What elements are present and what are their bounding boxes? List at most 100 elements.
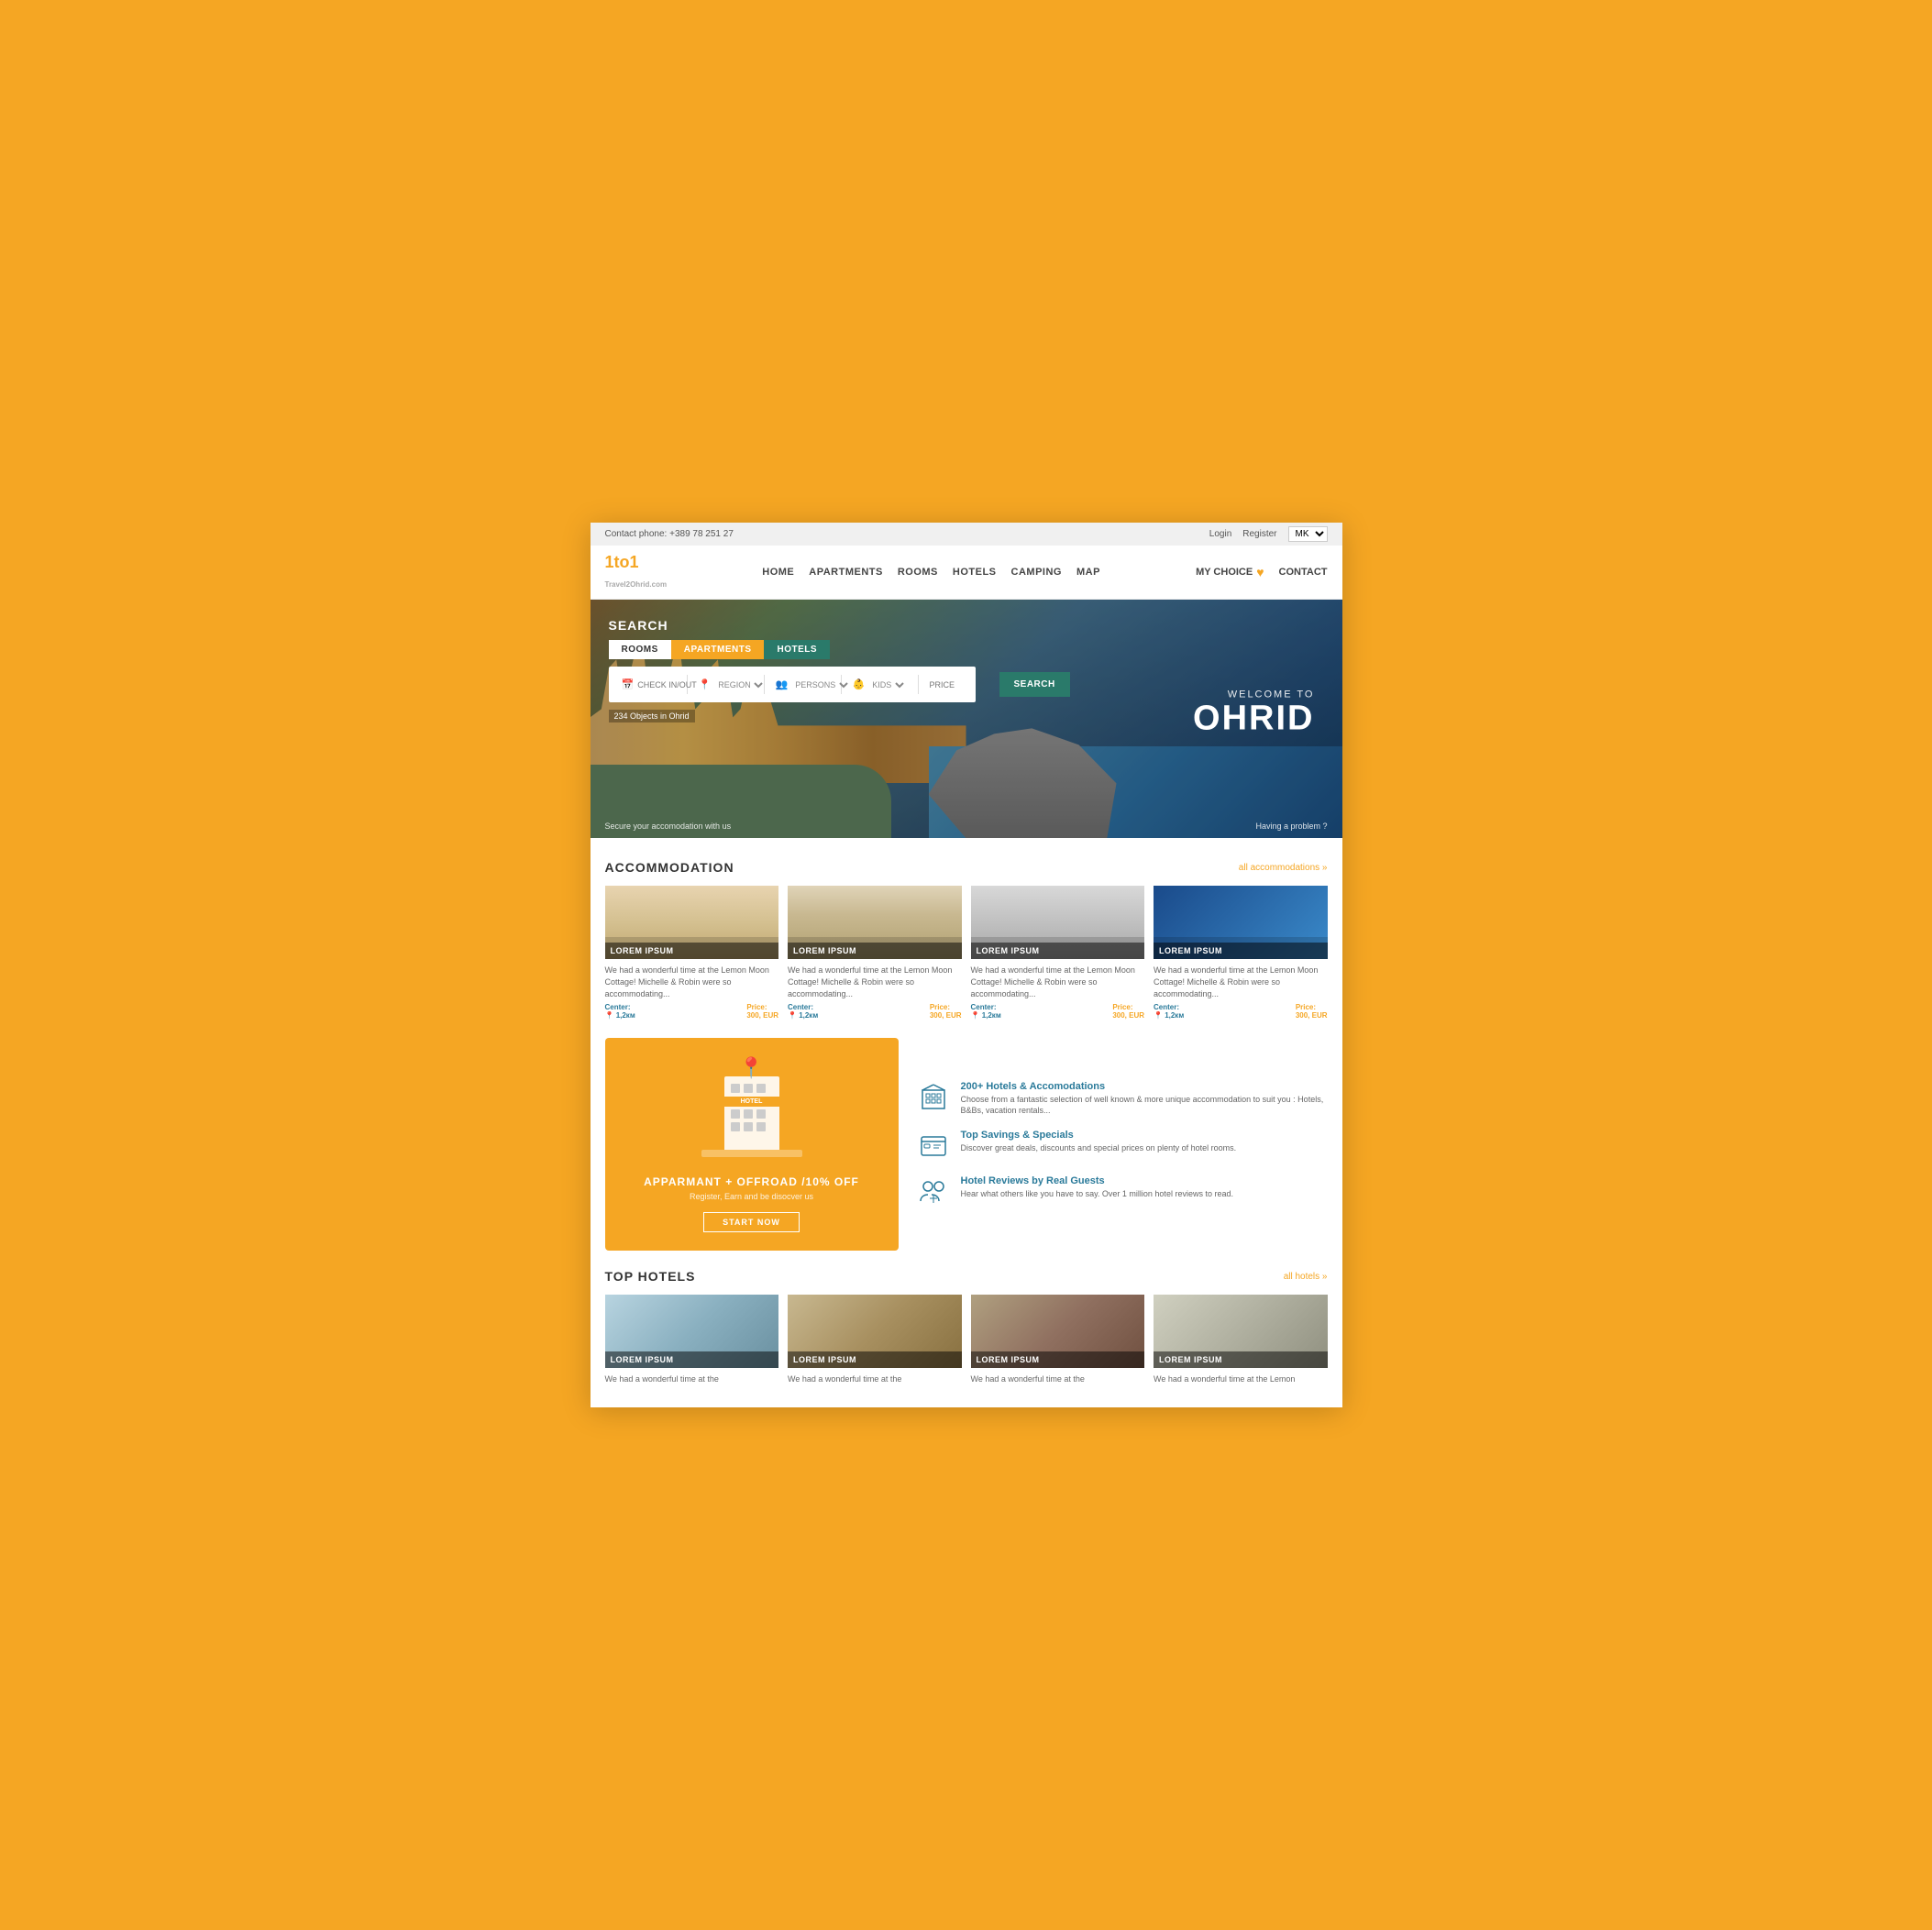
feature-desc-reviews: Hear what others like you have to say. O… [961,1188,1233,1200]
nav-home[interactable]: HOME [762,567,794,578]
top-hotels-title: TOP HOTELS [605,1269,696,1284]
promo-subtitle: Register, Earn and be disocver us [644,1192,859,1201]
price-1: Price: 300, EUR [746,1003,778,1020]
nav-apartments[interactable]: APARTMENTS [809,567,883,578]
all-hotels-link[interactable]: all hotels » [1284,1272,1328,1282]
card-image-3: LOREM IPSUM [971,886,1145,959]
region-field: 📍 REGION [691,675,765,694]
feature-text-reviews: Hotel Reviews by Real Guests Hear what o… [961,1175,1233,1200]
accommodation-card-1[interactable]: LOREM IPSUM We had a wonderful time at t… [605,886,779,1020]
feature-title-reviews: Hotel Reviews by Real Guests [961,1175,1233,1186]
register-link[interactable]: Register [1242,529,1276,539]
tab-hotels[interactable]: HOTELS [764,640,830,659]
top-hotels-section: TOP HOTELS all hotels » LOREM IPSUM We h… [605,1269,1328,1385]
nav-links: HOME APARTMENTS ROOMS HOTELS CAMPING MAP [762,567,1100,578]
contact-phone: Contact phone: +389 78 251 27 [605,529,734,539]
hotel-image-2: LOREM IPSUM [788,1295,962,1368]
hero-bottom-left: Secure your accomodation with us [605,822,732,831]
hotel-card-2[interactable]: LOREM IPSUM We had a wonderful time at t… [788,1295,962,1385]
feature-desc-hotels: Choose from a fantastic selection of wel… [961,1094,1328,1117]
feature-reviews: Hotel Reviews by Real Guests Hear what o… [917,1175,1328,1208]
search-button[interactable]: SEARCH [999,672,1070,697]
kids-select[interactable]: KIDS [868,679,907,690]
persons-select[interactable]: PERSONS [791,679,851,690]
hotel-desc-3: We had a wonderful time at the [971,1373,1145,1385]
distance-4: 📍 1,2км [1154,1011,1184,1020]
feature-hotels: 200+ Hotels & Accomodations Choose from … [917,1081,1328,1117]
accommodation-cards: LOREM IPSUM We had a wonderful time at t… [605,886,1328,1020]
card-label-3: LOREM IPSUM [971,943,1145,959]
distance-2: 📍 1,2км [788,1011,818,1020]
hotel-image-1: LOREM IPSUM [605,1295,779,1368]
main-content: ACCOMMODATION all accommodations » LOREM… [591,838,1342,1406]
center-1: Center: 📍 1,2км [605,1003,635,1020]
hero-content: SEARCH ROOMS APARTMENTS HOTELS 📅 📍 REGIO… [591,600,1342,838]
nav-right: MY CHOICE ♥ CONTACT [1196,565,1327,579]
price-input[interactable] [930,680,994,689]
region-select[interactable]: REGION [714,679,766,690]
feature-title-savings: Top Savings & Specials [961,1130,1237,1141]
reviews-icon [917,1175,950,1208]
top-hotels-header: TOP HOTELS all hotels » [605,1269,1328,1284]
nav-camping[interactable]: CAMPING [1011,567,1062,578]
hotels-icon [917,1081,950,1114]
hotel-card-1[interactable]: LOREM IPSUM We had a wonderful time at t… [605,1295,779,1385]
hotel-desc-1: We had a wonderful time at the [605,1373,779,1385]
language-select[interactable]: MK EN [1288,526,1328,542]
kids-field: 👶 KIDS [845,675,919,694]
windows-grid [724,1076,779,1139]
window [744,1109,753,1119]
tab-rooms[interactable]: ROOMS [609,640,671,659]
login-link[interactable]: Login [1209,529,1231,539]
center-3: Center: 📍 1,2км [971,1003,1001,1020]
card-meta-1: Center: 📍 1,2км Price: 300, EUR [605,1003,779,1020]
feature-text-hotels: 200+ Hotels & Accomodations Choose from … [961,1081,1328,1117]
nav-rooms[interactable]: ROOMS [898,567,938,578]
hero-bottom: Secure your accomodation with us Having … [605,822,1328,831]
accommodation-title: ACCOMMODATION [605,860,734,875]
window [756,1084,766,1093]
nav-hotels[interactable]: HOTELS [953,567,997,578]
feature-title-hotels: 200+ Hotels & Accomodations [961,1081,1328,1092]
savings-icon [917,1130,950,1163]
all-accommodations-link[interactable]: all accommodations » [1239,863,1328,873]
window [744,1122,753,1131]
promo-features-section: HOTEL 📍 APPARMANT + OFFROAD /10% OFF Reg… [605,1038,1328,1251]
accommodation-card-4[interactable]: LOREM IPSUM We had a wonderful time at t… [1154,886,1328,1020]
hotel-label-3: LOREM IPSUM [971,1351,1145,1368]
navbar: 1to1 Travel2Ohrid.com HOME APARTMENTS RO… [591,546,1342,600]
hotel-image-4: LOREM IPSUM [1154,1295,1328,1368]
search-tabs: ROOMS APARTMENTS HOTELS [609,640,976,659]
nav-map[interactable]: MAP [1076,567,1100,578]
card-label-1: LOREM IPSUM [605,943,779,959]
start-now-button[interactable]: START NOW [703,1212,800,1232]
hotel-label-2: LOREM IPSUM [788,1351,962,1368]
card-label-4: LOREM IPSUM [1154,943,1328,959]
location-pin-icon: 📍 [739,1056,764,1080]
city-name: OHRID [1193,700,1314,739]
hotel-cards-grid: LOREM IPSUM We had a wonderful time at t… [605,1295,1328,1385]
tab-apartments[interactable]: APARTMENTS [671,640,765,659]
window [756,1122,766,1131]
promo-box: HOTEL 📍 APPARMANT + OFFROAD /10% OFF Reg… [605,1038,899,1251]
hotel-card-4[interactable]: LOREM IPSUM We had a wonderful time at t… [1154,1295,1328,1385]
card-label-2: LOREM IPSUM [788,943,962,959]
accommodation-header: ACCOMMODATION all accommodations » [605,860,1328,875]
my-choice-link[interactable]: MY CHOICE [1196,567,1253,578]
heart-icon: ♥ [1256,565,1264,579]
hotel-card-3[interactable]: LOREM IPSUM We had a wonderful time at t… [971,1295,1145,1385]
contact-link[interactable]: CONTACT [1279,567,1328,578]
card-desc-4: We had a wonderful time at the Lemon Moo… [1154,965,1328,999]
center-2: Center: 📍 1,2км [788,1003,818,1020]
accommodation-card-3[interactable]: LOREM IPSUM We had a wonderful time at t… [971,886,1145,1020]
accommodation-card-2[interactable]: LOREM IPSUM We had a wonderful time at t… [788,886,962,1020]
window [731,1084,740,1093]
feature-desc-savings: Discover great deals, discounts and spec… [961,1142,1237,1154]
distance-1: 📍 1,2км [605,1011,635,1020]
persons-icon: 👥 [776,678,789,690]
price-field [922,677,996,693]
hero-welcome: WELCOME TO OHRID [1193,689,1314,739]
card-desc-2: We had a wonderful time at the Lemon Moo… [788,965,962,999]
my-choice: MY CHOICE ♥ [1196,565,1264,579]
location-icon: 📍 [699,678,712,690]
